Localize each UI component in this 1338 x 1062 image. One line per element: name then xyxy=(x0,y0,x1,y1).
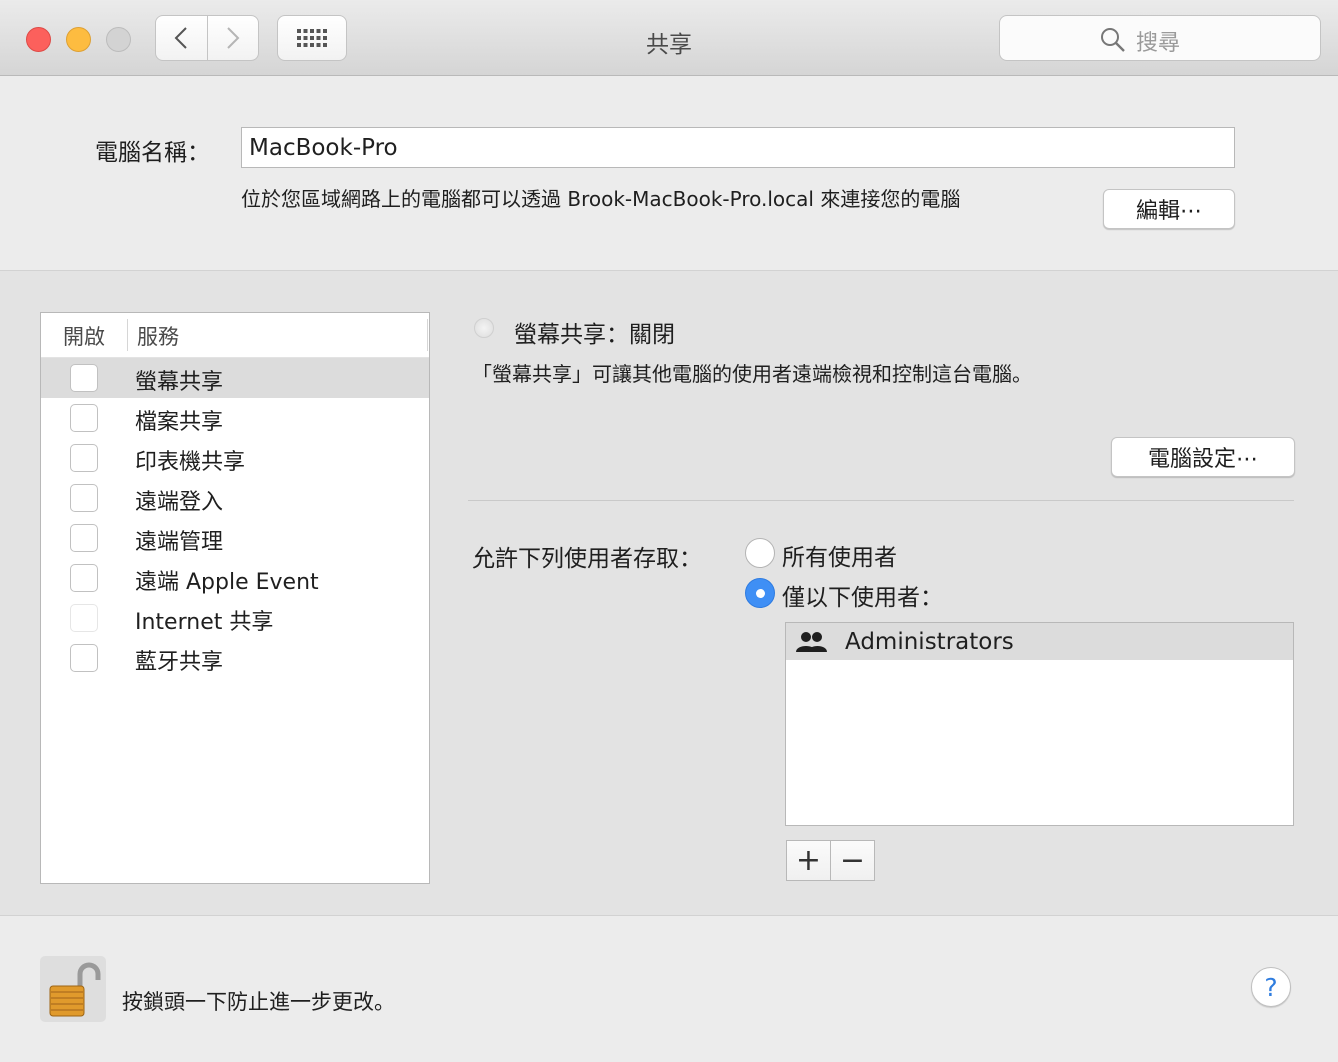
computer-name-description: 位於您區域網路上的電腦都可以透過 Brook-MacBook-Pro.local… xyxy=(241,187,961,211)
service-checkbox xyxy=(70,604,98,632)
edit-button[interactable]: 編輯⋯ xyxy=(1103,189,1235,229)
service-label: 遠端登入 xyxy=(135,490,224,515)
service-checkbox[interactable] xyxy=(70,364,98,392)
all-users-radio[interactable] xyxy=(745,538,775,568)
only-these-users-radio[interactable] xyxy=(745,578,775,608)
service-row-printer-sharing[interactable]: 印表機共享 xyxy=(41,438,429,478)
column-separator xyxy=(427,319,428,351)
service-label: 印表機共享 xyxy=(135,450,246,475)
service-label: 遠端 Apple Event xyxy=(135,570,319,595)
service-row-screen-sharing[interactable]: 螢幕共享 xyxy=(41,358,429,398)
service-checkbox[interactable] xyxy=(70,404,98,432)
service-checkbox[interactable] xyxy=(70,644,98,672)
service-checkbox[interactable] xyxy=(70,444,98,472)
service-checkbox[interactable] xyxy=(70,524,98,552)
service-row-internet-sharing[interactable]: Internet 共享 xyxy=(41,598,429,638)
lock-hint-text: 按鎖頭一下防止進一步更改。 xyxy=(122,990,395,1014)
remove-user-button[interactable]: − xyxy=(830,840,875,881)
user-row-administrators[interactable]: Administrators xyxy=(786,623,1293,660)
user-name: Administrators xyxy=(845,629,1014,655)
service-label: 螢幕共享 xyxy=(135,370,224,395)
unlocked-padlock-icon xyxy=(49,962,101,1017)
service-label: 藍牙共享 xyxy=(135,650,224,675)
all-users-label[interactable]: 所有使用者 xyxy=(782,538,897,572)
only-these-users-label[interactable]: 僅以下使用者： xyxy=(782,578,943,612)
help-button[interactable]: ? xyxy=(1251,967,1291,1007)
search-placeholder: 搜尋 xyxy=(1136,31,1181,56)
search-field[interactable]: 搜尋 xyxy=(999,15,1321,61)
add-user-button[interactable]: + xyxy=(786,840,831,881)
column-header-on[interactable]: 開啟 xyxy=(63,321,105,351)
service-row-remote-login[interactable]: 遠端登入 xyxy=(41,478,429,518)
status-indicator xyxy=(474,318,494,338)
service-label: 檔案共享 xyxy=(135,410,224,435)
service-row-remote-apple-events[interactable]: 遠端 Apple Event xyxy=(41,558,429,598)
service-row-file-sharing[interactable]: 檔案共享 xyxy=(41,398,429,438)
service-list: 開啟 服務 螢幕共享 檔案共享 印表機共享 遠端登入 遠端管理 遠端 Apple… xyxy=(40,312,430,884)
search-icon xyxy=(1101,28,1125,52)
computer-settings-button[interactable]: 電腦設定⋯ xyxy=(1111,437,1295,477)
service-label: 遠端管理 xyxy=(135,530,224,555)
group-users-icon xyxy=(796,632,827,652)
service-description: 「螢幕共享」可讓其他電腦的使用者遠端檢視和控制這台電腦。 xyxy=(472,362,1032,386)
divider xyxy=(468,500,1294,501)
computer-name-label: 電腦名稱： xyxy=(95,140,210,166)
service-list-header: 開啟 服務 xyxy=(41,313,429,358)
title-bar: 共享 搜尋 xyxy=(0,0,1338,76)
column-header-service[interactable]: 服務 xyxy=(137,321,179,351)
service-checkbox[interactable] xyxy=(70,564,98,592)
allow-access-label: 允許下列使用者存取： xyxy=(472,546,702,572)
computer-name-input[interactable] xyxy=(241,127,1235,168)
service-row-remote-management[interactable]: 遠端管理 xyxy=(41,518,429,558)
service-checkbox[interactable] xyxy=(70,484,98,512)
service-label: Internet 共享 xyxy=(135,610,274,635)
service-row-bluetooth-sharing[interactable]: 藍牙共享 xyxy=(41,638,429,678)
service-status: 螢幕共享：關閉 xyxy=(514,322,675,348)
lock-button[interactable] xyxy=(40,956,106,1022)
column-separator xyxy=(127,319,128,351)
allowed-users-list: Administrators xyxy=(785,622,1294,826)
